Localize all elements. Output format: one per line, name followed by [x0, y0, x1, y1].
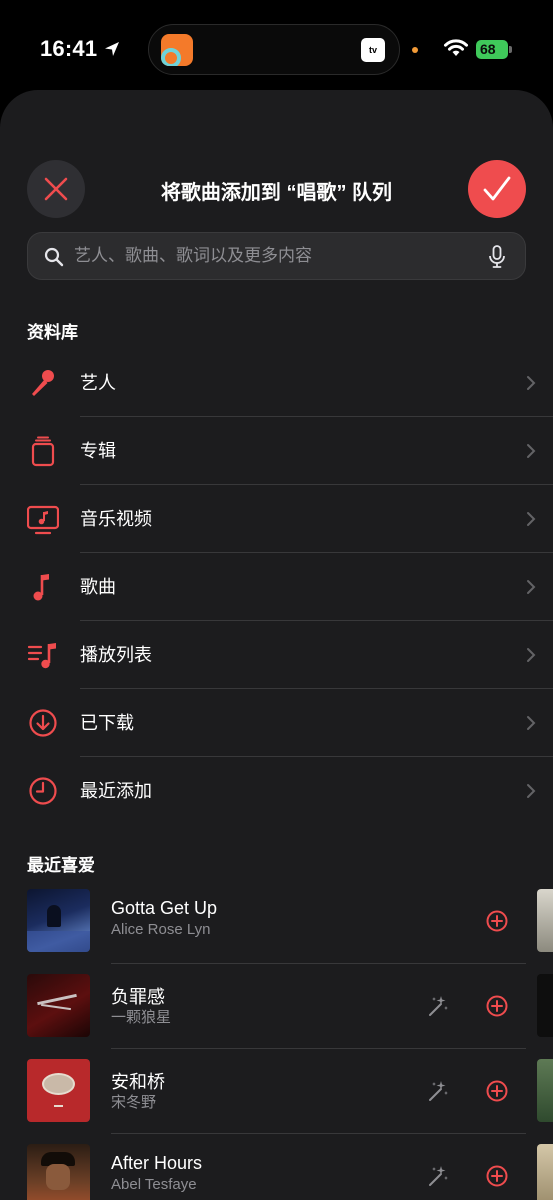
confirm-button[interactable]	[468, 160, 526, 218]
album-icon	[31, 436, 55, 467]
add-circle-icon[interactable]	[486, 995, 508, 1017]
library-item-label: 已下载	[80, 713, 134, 733]
song-row[interactable]: Gotta Get Up Alice Rose Lyn	[0, 879, 553, 964]
album-artwork	[537, 1059, 553, 1122]
song-row[interactable]: 负罪感 一颗狼星	[0, 964, 553, 1049]
chevron-right-icon	[527, 444, 536, 458]
library-item-label: 歌曲	[80, 577, 116, 597]
music-video-icon	[27, 505, 59, 535]
song-row[interactable]: After Hours Abel Tesfaye	[0, 1134, 553, 1200]
privacy-indicator-dot	[412, 47, 418, 53]
song-artist: Alice Rose Lyn	[111, 921, 211, 938]
album-artwork	[27, 1059, 90, 1122]
music-note-icon	[33, 574, 49, 601]
library-item-music-videos[interactable]: 音乐视频	[0, 485, 553, 553]
dynamic-island[interactable]: tv	[148, 24, 400, 75]
status-bar: 16:41 tv 68	[0, 0, 553, 92]
checkmark-icon	[483, 176, 511, 201]
chevron-right-icon	[527, 376, 536, 390]
add-circle-icon[interactable]	[486, 1080, 508, 1102]
close-icon	[44, 177, 68, 201]
search-bar[interactable]: 艺人、歌曲、歌词以及更多内容	[27, 232, 526, 280]
apple-tv-icon: tv	[361, 38, 385, 62]
library-item-label: 播放列表	[80, 645, 152, 665]
song-artist: 宋冬野	[111, 1094, 157, 1111]
battery-level: 68	[480, 41, 496, 57]
library-item-label: 艺人	[80, 373, 116, 393]
song-artist: 一颗狼星	[111, 1009, 172, 1026]
playlist-icon	[27, 643, 56, 669]
status-time: 16:41	[40, 36, 98, 61]
microphone-icon	[32, 370, 54, 396]
close-button[interactable]	[27, 160, 85, 218]
chevron-right-icon	[527, 648, 536, 662]
song-row[interactable]: 安和桥 宋冬野	[0, 1049, 553, 1134]
location-arrow-icon	[105, 42, 119, 56]
album-artwork	[537, 974, 553, 1037]
search-icon	[44, 247, 64, 267]
library-item-playlists[interactable]: 播放列表	[0, 621, 553, 689]
album-artwork	[27, 889, 90, 952]
album-artwork	[537, 889, 553, 952]
library-item-label: 专辑	[80, 441, 116, 461]
sheet-title: 将歌曲添加到 “唱歌” 队列	[160, 182, 393, 204]
add-circle-icon[interactable]	[486, 910, 508, 932]
search-input[interactable]: 艺人、歌曲、歌词以及更多内容	[74, 233, 474, 279]
album-artwork	[27, 1144, 90, 1200]
microphone-dictation-icon[interactable]	[488, 245, 506, 269]
library-item-albums[interactable]: 专辑	[0, 417, 553, 485]
song-title: Gotta Get Up	[111, 898, 218, 918]
album-artwork	[27, 974, 90, 1037]
magic-wand-icon[interactable]	[426, 994, 450, 1018]
chevron-right-icon	[527, 784, 536, 798]
library-item-label: 音乐视频	[80, 509, 152, 529]
library-item-recently-added[interactable]: 最近添加	[0, 757, 553, 825]
live-activity-app-icon	[161, 34, 193, 66]
library-section-title: 资料库	[27, 323, 78, 342]
library-item-label: 最近添加	[80, 781, 152, 801]
library-item-downloaded[interactable]: 已下载	[0, 689, 553, 757]
chevron-right-icon	[527, 580, 536, 594]
song-artist: Abel Tesfaye	[111, 1176, 197, 1193]
download-icon	[29, 709, 57, 737]
chevron-right-icon	[527, 716, 536, 730]
library-item-artists[interactable]: 艺人	[0, 349, 553, 417]
recent-favorites-section-title: 最近喜爱	[27, 856, 95, 875]
song-title: After Hours	[111, 1153, 203, 1173]
add-circle-icon[interactable]	[486, 1165, 508, 1187]
library-item-songs[interactable]: 歌曲	[0, 553, 553, 621]
chevron-right-icon	[527, 512, 536, 526]
magic-wand-icon[interactable]	[426, 1079, 450, 1103]
battery-indicator: 68	[476, 40, 508, 59]
clock-icon	[29, 777, 57, 805]
album-artwork	[537, 1144, 553, 1200]
battery-cap	[509, 46, 512, 53]
wifi-icon	[444, 39, 468, 56]
add-songs-sheet: 将歌曲添加到 “唱歌” 队列 艺人、歌曲、歌词以及更多内容 资料库 艺人 专辑 …	[0, 90, 553, 1200]
magic-wand-icon[interactable]	[426, 1164, 450, 1188]
